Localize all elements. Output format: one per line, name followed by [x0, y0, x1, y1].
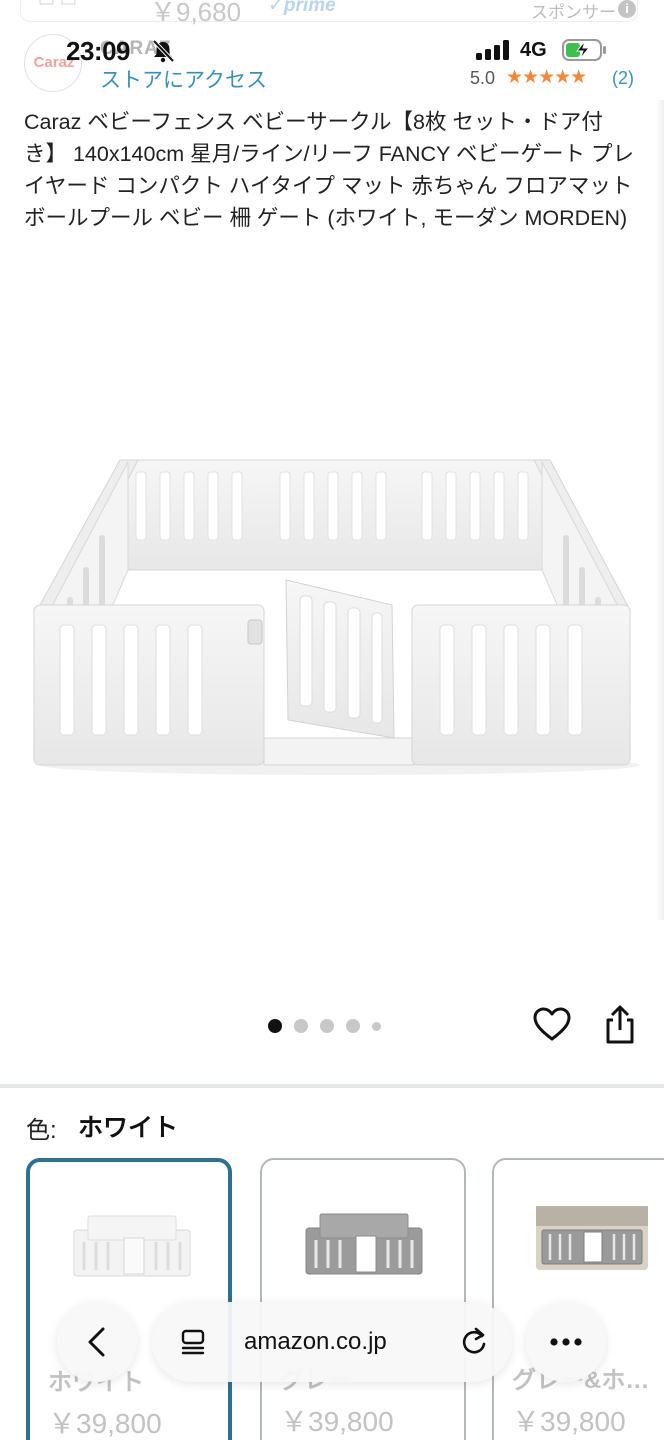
address-text[interactable]: amazon.co.jp — [244, 1328, 387, 1356]
variant-option-gray[interactable]: グレー ￥39,800 — [260, 1158, 466, 1440]
image-carousel-dots[interactable] — [268, 1016, 381, 1036]
reload-icon[interactable] — [458, 1326, 490, 1358]
previous-listing-price: ￥9,680 — [150, 0, 242, 26]
sponsored-label: スポンサー — [531, 3, 616, 22]
tabs-icon[interactable] — [178, 1327, 208, 1357]
more-icon — [550, 1338, 582, 1346]
share-icon[interactable] — [601, 1004, 639, 1046]
selected-color: ホワイト — [78, 1114, 179, 1142]
variant-price: ￥39,800 — [280, 1406, 394, 1437]
carousel-dot[interactable] — [320, 1019, 334, 1033]
section-divider — [0, 1084, 664, 1088]
review-count-link[interactable]: (2) — [612, 68, 634, 89]
variant-thumbnail — [305, 1213, 423, 1275]
previous-listing-strip: ▭ ▭ ￥9,680 ✓prime スポンサー i — [0, 0, 664, 26]
back-chevron-icon — [88, 1327, 105, 1357]
variant-price: ￥39,800 — [512, 1406, 626, 1437]
browser-back-button[interactable] — [57, 1302, 137, 1382]
signal-icon — [476, 40, 509, 60]
heart-icon[interactable] — [532, 1005, 572, 1045]
variant-price: ￥39,800 — [48, 1408, 162, 1439]
info-icon[interactable]: i — [618, 0, 636, 18]
visit-store-link[interactable]: ストアにアクセス — [100, 64, 267, 94]
bell-muted-icon — [152, 39, 175, 63]
status-time: 23:09 — [66, 36, 131, 66]
carousel-dot[interactable] — [294, 1019, 308, 1033]
variant-option-white[interactable]: ホワイト ￥39,800 — [26, 1158, 232, 1440]
rating-value: 5.0 — [470, 68, 496, 88]
variant-thumbnail — [73, 1215, 191, 1277]
product-title: Caraz ベビーフェンス ベビーサークル【8枚 セット・ドア付き】 140x1… — [24, 110, 634, 230]
previous-listing-thumbnail: ▭ ▭ — [38, 0, 78, 10]
variant-thumbnail — [536, 1206, 648, 1270]
battery-charging-icon — [562, 39, 606, 61]
network-type: 4G — [520, 39, 547, 61]
variant-option-gray-white[interactable]: グレー&ホ… ￥39,800 — [492, 1158, 664, 1440]
scroll-edge-shade — [656, 100, 664, 920]
rating-stars[interactable]: ★★★★★ — [506, 66, 587, 89]
color-label: 色: — [26, 1117, 57, 1144]
product-image[interactable] — [20, 420, 650, 810]
carousel-dot[interactable] — [268, 1019, 282, 1033]
carousel-dot[interactable] — [346, 1019, 360, 1033]
prime-badge: ✓prime — [268, 0, 336, 16]
carousel-dot[interactable] — [372, 1021, 381, 1031]
more-options-button[interactable] — [526, 1302, 606, 1382]
